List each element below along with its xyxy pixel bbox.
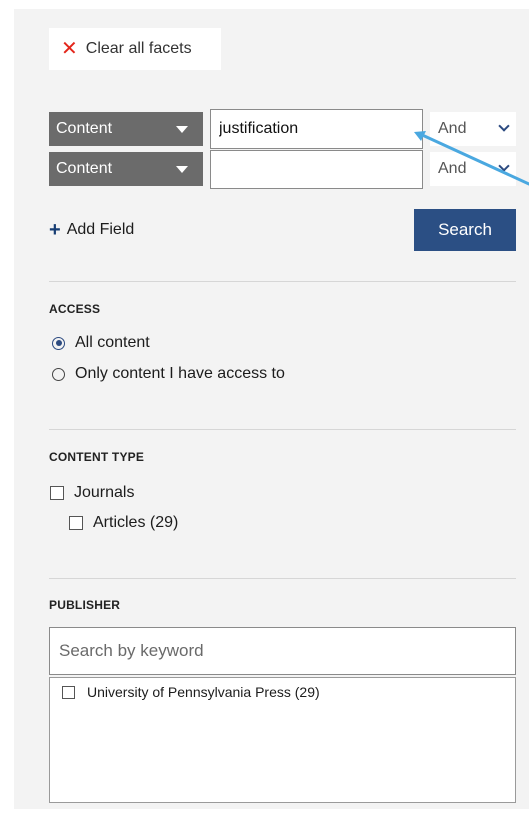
content-type-label: Articles (29) <box>93 514 179 531</box>
checkbox[interactable] <box>69 516 83 530</box>
search-button[interactable]: Search <box>414 209 516 251</box>
divider <box>49 281 516 282</box>
publisher-item-label: University of Pennsylvania Press (29) <box>87 684 320 700</box>
access-option-all[interactable]: All content <box>52 334 150 352</box>
operator-select-2-label: And <box>438 160 467 177</box>
divider <box>49 429 516 430</box>
clear-all-facets-button[interactable]: ✕ Clear all facets <box>49 28 221 70</box>
checkbox[interactable] <box>62 685 75 699</box>
publisher-facet-title: PUBLISHER <box>49 598 121 612</box>
content-type-articles[interactable]: Articles (29) <box>69 514 178 532</box>
content-type-journals[interactable]: Journals <box>50 484 134 502</box>
access-facet-title: ACCESS <box>49 302 101 316</box>
field-select-2[interactable]: Content <box>49 152 203 186</box>
caret-down-icon <box>176 126 188 133</box>
search-term-input-1[interactable] <box>210 109 423 149</box>
operator-select-1-label: And <box>438 120 467 137</box>
chevron-down-icon <box>498 160 510 172</box>
field-select-1[interactable]: Content <box>49 112 203 146</box>
access-option-label: Only content I have access to <box>75 365 285 382</box>
operator-select-2[interactable]: And <box>430 152 516 186</box>
chevron-down-icon <box>498 120 510 132</box>
field-select-2-label: Content <box>56 160 113 177</box>
divider <box>49 578 516 579</box>
content-type-label: Journals <box>74 484 135 501</box>
clear-all-facets-label: Clear all facets <box>85 40 192 57</box>
add-field-button[interactable]: + Add Field <box>49 220 134 240</box>
content-type-facet-title: CONTENT TYPE <box>49 450 145 464</box>
access-option-label: All content <box>75 334 150 351</box>
plus-icon: + <box>49 219 61 241</box>
radio-unselected[interactable] <box>52 367 65 381</box>
publisher-list: University of Pennsylvania Press (29) <box>49 677 516 803</box>
field-select-1-label: Content <box>56 120 113 137</box>
publisher-search-input[interactable]: Search by keyword <box>49 627 516 675</box>
operator-select-1[interactable]: And <box>430 112 516 146</box>
search-term-input-2[interactable] <box>210 150 423 189</box>
checkbox[interactable] <box>50 486 64 500</box>
radio-selected[interactable] <box>52 336 65 350</box>
add-field-label: Add Field <box>66 221 135 238</box>
close-icon: ✕ <box>61 38 78 60</box>
caret-down-icon <box>176 166 188 173</box>
access-option-mine[interactable]: Only content I have access to <box>52 365 285 383</box>
publisher-item[interactable]: University of Pennsylvania Press (29) <box>62 684 320 700</box>
